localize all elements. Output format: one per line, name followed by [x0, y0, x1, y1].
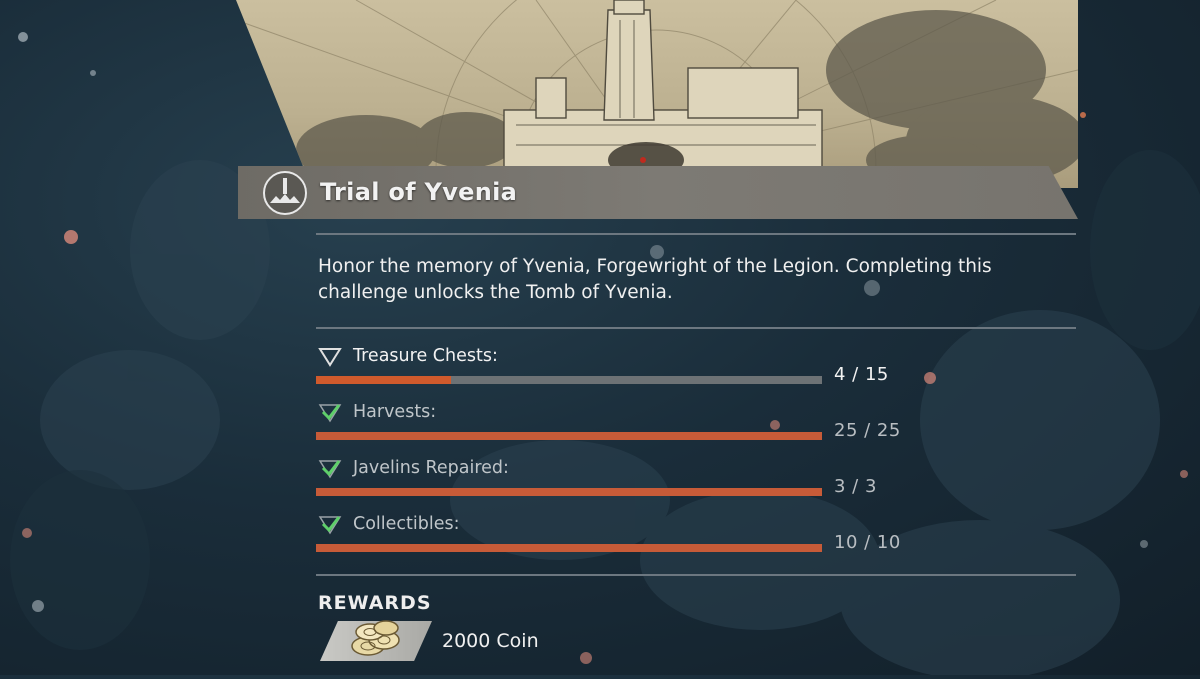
dust-mote — [32, 600, 44, 612]
divider — [316, 327, 1076, 329]
dust-mote — [22, 528, 32, 538]
coins-icon — [351, 620, 400, 656]
objective-count: 10 / 10 — [834, 532, 901, 553]
objective-count: 4 / 15 — [834, 364, 889, 385]
objective-collectibles: Collectibles: 10 / 10 — [316, 514, 916, 570]
progress-bar — [316, 432, 822, 440]
objective-harvests: Harvests: 25 / 25 — [316, 402, 916, 458]
progress-bar — [316, 376, 822, 384]
divider — [316, 574, 1076, 576]
dust-mote — [924, 372, 936, 384]
objective-label: Harvests: — [353, 402, 437, 422]
reward-label: 2000 Coin — [442, 630, 539, 652]
challenge-icon — [263, 171, 307, 215]
map-banner — [236, 0, 1078, 188]
progress-fill — [316, 376, 452, 384]
progress-fill — [316, 432, 822, 440]
rewards-heading: REWARDS — [318, 592, 432, 614]
dust-mote — [1080, 112, 1086, 118]
progress-bar — [316, 544, 822, 552]
objective-label: Collectibles: — [353, 514, 460, 534]
divider — [316, 233, 1076, 235]
checkmark-icon — [318, 404, 342, 423]
dust-mote — [1140, 540, 1148, 548]
dust-mote — [90, 70, 96, 76]
dust-mote — [580, 652, 592, 664]
progress-fill — [316, 488, 822, 496]
progress-bar — [316, 488, 822, 496]
challenge-description: Honor the memory of Yvenia, Forgewright … — [318, 256, 992, 303]
dust-mote — [1180, 470, 1188, 478]
objective-label: Treasure Chests: — [353, 346, 498, 366]
progress-fill — [316, 544, 822, 552]
objective-count: 3 / 3 — [834, 476, 877, 497]
dust-mote — [18, 32, 28, 42]
objective-treasure-chests: Treasure Chests: 4 / 15 — [316, 346, 916, 402]
dust-mote — [64, 230, 78, 244]
challenge-title: Trial of Yvenia — [320, 178, 518, 206]
objective-label: Javelins Repaired: — [353, 458, 509, 478]
map-illustration — [236, 0, 1078, 188]
objective-count: 25 / 25 — [834, 420, 901, 441]
checkmark-icon — [318, 516, 342, 535]
objective-javelins-repaired: Javelins Repaired: 3 / 3 — [316, 458, 916, 514]
checkmark-icon — [318, 460, 342, 479]
triangle-outline-icon — [318, 348, 342, 367]
